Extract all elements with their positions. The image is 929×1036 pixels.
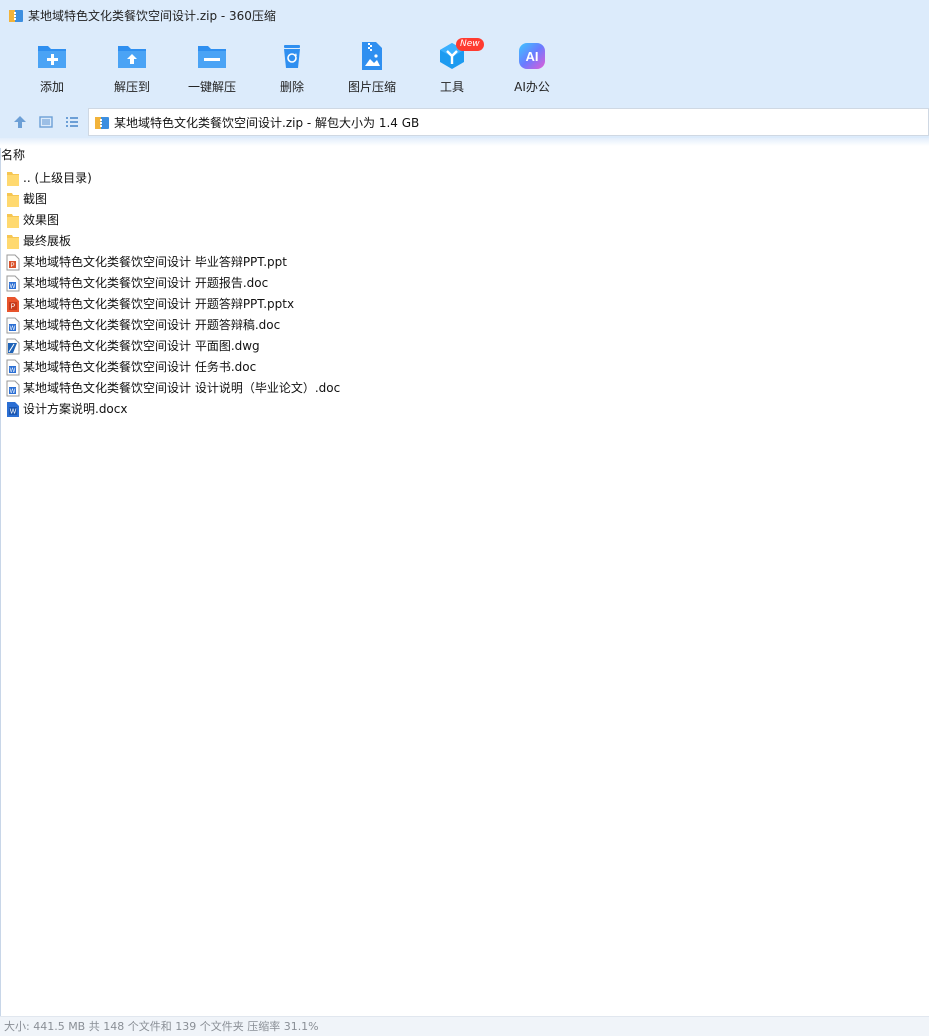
ai-icon-text: AI — [526, 49, 539, 64]
doc-file-icon: W — [6, 359, 20, 376]
file-name: 某地域特色文化类餐饮空间设计 平面图.dwg — [23, 339, 260, 353]
file-name: 设计方案说明.docx — [23, 402, 128, 416]
ai-office-icon: AI — [519, 43, 545, 69]
ai-office-label: AI办公 — [514, 80, 550, 94]
list-item[interactable]: W 某地域特色文化类餐饮空间设计 设计说明（毕业论文）.doc — [0, 378, 929, 399]
tools-button[interactable]: New 工具 — [412, 38, 492, 98]
thumbnail-view-icon[interactable] — [38, 114, 54, 130]
delete-button[interactable]: 删除 — [252, 38, 332, 98]
file-name: 某地域特色文化类餐饮空间设计 开题报告.doc — [23, 276, 269, 290]
doc-file-icon: W — [6, 317, 20, 334]
file-name: 某地域特色文化类餐饮空间设计 任务书.doc — [23, 360, 257, 374]
list-item[interactable]: W 某地域特色文化类餐饮空间设计 开题答辩稿.doc — [0, 315, 929, 336]
column-header-name[interactable]: 名称 — [1, 148, 25, 162]
list-item[interactable]: P 某地域特色文化类餐饮空间设计 开题答辩PPT.pptx — [0, 294, 929, 315]
header-divider — [0, 138, 929, 146]
file-name: 截图 — [23, 192, 48, 206]
one-click-extract-icon — [198, 46, 226, 68]
list-item[interactable]: W 某地域特色文化类餐饮空间设计 开题报告.doc — [0, 273, 929, 294]
add-folder-icon — [38, 46, 66, 68]
extract-to-button[interactable]: 解压到 — [92, 38, 172, 98]
list-item-parent-dir[interactable]: .. (上级目录) — [0, 168, 929, 189]
status-text: 大小: 441.5 MB 共 148 个文件和 139 个文件夹 压缩率 31.… — [4, 1020, 319, 1033]
svg-text:W: W — [10, 368, 16, 374]
zip-archive-icon — [9, 10, 23, 22]
image-compress-label: 图片压缩 — [347, 80, 396, 94]
file-list: .. (上级目录) 截图 效果图 最终展板 P 某地域特色文化类餐饮空间设计 毕… — [0, 168, 929, 420]
list-item[interactable]: 某地域特色文化类餐饮空间设计 平面图.dwg — [0, 336, 929, 357]
add-label: 添加 — [39, 80, 64, 94]
pptx-file-icon: P — [7, 297, 19, 312]
list-item[interactable]: W 设计方案说明.docx — [0, 399, 929, 420]
delete-label: 删除 — [279, 80, 304, 94]
ppt-file-icon: P — [6, 254, 20, 271]
window-title: 某地域特色文化类餐饮空间设计.zip - 360压缩 — [28, 9, 276, 23]
toolbar: 添加 解压到 一键解压 删除 图片压缩 New 工具 AI AI办公 — [0, 32, 929, 106]
svg-text:W: W — [10, 284, 16, 290]
image-compress-button[interactable]: 图片压缩 — [332, 38, 412, 98]
list-item[interactable]: 截图 — [0, 189, 929, 210]
doc-file-icon: W — [6, 275, 20, 292]
file-name: 最终展板 — [23, 234, 72, 248]
add-button[interactable]: 添加 — [12, 38, 92, 98]
file-name: 某地域特色文化类餐饮空间设计 毕业答辩PPT.ppt — [23, 255, 287, 269]
svg-text:W: W — [10, 326, 16, 332]
file-name: .. (上级目录) — [23, 171, 92, 185]
zip-archive-icon — [95, 117, 109, 129]
image-compress-icon — [362, 42, 382, 70]
extract-to-label: 解压到 — [113, 80, 150, 94]
folder-icon — [7, 235, 19, 249]
new-badge: New — [456, 38, 484, 51]
path-text: 某地域特色文化类餐饮空间设计.zip - 解包大小为 1.4 GB — [114, 116, 420, 130]
up-arrow-icon[interactable] — [12, 114, 28, 130]
folder-icon — [7, 172, 19, 186]
svg-text:P: P — [10, 263, 14, 269]
list-view-icon[interactable] — [64, 114, 80, 130]
status-bar: 大小: 441.5 MB 共 148 个文件和 139 个文件夹 压缩率 31.… — [0, 1016, 929, 1036]
file-name: 某地域特色文化类餐饮空间设计 设计说明（毕业论文）.doc — [23, 381, 341, 395]
folder-icon — [7, 214, 19, 228]
doc-file-icon: W — [6, 380, 20, 397]
list-item[interactable]: P 某地域特色文化类餐饮空间设计 毕业答辩PPT.ppt — [0, 252, 929, 273]
file-name: 某地域特色文化类餐饮空间设计 开题答辩稿.doc — [23, 318, 281, 332]
title-bar: 某地域特色文化类餐饮空间设计.zip - 360压缩 — [0, 0, 929, 32]
extract-to-icon — [118, 46, 146, 68]
file-name: 某地域特色文化类餐饮空间设计 开题答辩PPT.pptx — [23, 297, 295, 311]
folder-icon — [7, 193, 19, 207]
tools-label: 工具 — [439, 80, 464, 94]
one-click-extract-label: 一键解压 — [187, 80, 236, 94]
list-item[interactable]: W 某地域特色文化类餐饮空间设计 任务书.doc — [0, 357, 929, 378]
svg-text:W: W — [10, 409, 17, 416]
list-item[interactable]: 最终展板 — [0, 231, 929, 252]
file-name: 效果图 — [23, 213, 60, 227]
path-field[interactable]: 某地域特色文化类餐饮空间设计.zip - 解包大小为 1.4 GB — [88, 108, 929, 136]
list-item[interactable]: 效果图 — [0, 210, 929, 231]
recycle-bin-icon — [284, 45, 300, 68]
docx-file-icon: W — [7, 402, 19, 417]
svg-text:W: W — [10, 389, 16, 395]
ai-office-button[interactable]: AI AI办公 — [492, 38, 572, 98]
svg-text:P: P — [11, 304, 16, 311]
one-click-extract-button[interactable]: 一键解压 — [172, 38, 252, 98]
dwg-file-icon — [6, 338, 20, 355]
address-bar: 某地域特色文化类餐饮空间设计.zip - 解包大小为 1.4 GB — [0, 106, 929, 138]
